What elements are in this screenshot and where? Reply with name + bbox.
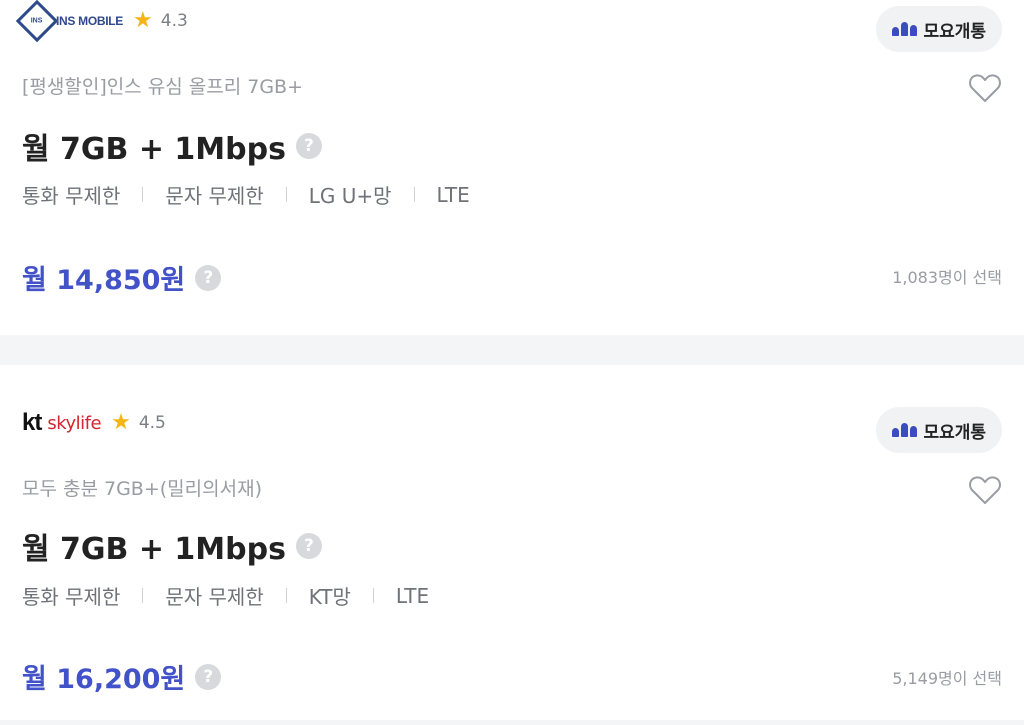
plan-features: 통화 무제한 문자 무제한 LG U+망 LTE <box>22 180 470 209</box>
plan-name: 모두 충분 7GB+(밀리의서재) <box>22 478 262 500</box>
selected-count: 5,149명이 선택 <box>892 669 1002 688</box>
moyo-logo-icon <box>892 22 918 36</box>
carrier-rating: 4.5 <box>138 413 166 433</box>
star-icon: ★ <box>111 410 131 435</box>
ins-mark-icon: INS <box>15 0 59 43</box>
plan-spec-text: 월 7GB + 1Mbps <box>22 532 286 567</box>
feature-call: 통화 무제한 <box>22 184 121 208</box>
question-icon[interactable]: ? <box>295 133 322 159</box>
ins-mobile-logo: INS INS MOBILE <box>15 0 124 43</box>
divider <box>413 187 415 202</box>
heart-icon[interactable] <box>968 72 1002 104</box>
feature-type: LTE <box>395 583 430 608</box>
plan-card[interactable]: kt skylife ★ 4.5 모요개통 모두 충분 7GB+(밀리의서재) … <box>0 365 1024 720</box>
plan-spec: 월 7GB + 1Mbps ? <box>22 124 322 168</box>
carrier-brand: INS MOBILE <box>56 14 124 28</box>
plan-spec: 월 7GB + 1Mbps ? <box>22 524 322 568</box>
plan-card[interactable]: INS INS MOBILE ★ 4.3 모요개통 [평생할인]인스 유심 올프… <box>0 0 1024 335</box>
feature-type: LTE <box>436 182 470 207</box>
moyo-open-label: 모요개통 <box>923 21 986 41</box>
price-text: 월 14,850원 <box>22 265 186 296</box>
plan-features: 통화 무제한 문자 무제한 KT망 LTE <box>22 581 429 610</box>
carrier-brand-kt: kt <box>22 409 42 436</box>
moyo-open-badge[interactable]: 모요개통 <box>876 6 1002 52</box>
divider <box>285 588 287 603</box>
feature-network: LG U+망 <box>308 184 392 208</box>
moyo-logo-icon <box>892 423 918 437</box>
moyo-open-label: 모요개통 <box>923 422 986 442</box>
feature-sms: 문자 무제한 <box>165 585 264 609</box>
divider <box>372 588 374 603</box>
heart-icon[interactable] <box>968 474 1002 506</box>
carrier-brand-sky: skylife <box>47 412 102 434</box>
moyo-open-badge[interactable]: 모요개통 <box>876 407 1002 453</box>
price-text: 월 16,200원 <box>22 664 186 695</box>
feature-call: 통화 무제한 <box>22 585 121 609</box>
kt-skylife-logo: kt skylife <box>22 406 102 440</box>
carrier-rating: 4.3 <box>160 11 188 31</box>
plan-name: [평생할인]인스 유심 올프리 7GB+ <box>22 76 303 98</box>
question-icon[interactable]: ? <box>195 663 222 690</box>
divider <box>142 588 144 603</box>
plan-list: INS INS MOBILE ★ 4.3 모요개통 [평생할인]인스 유심 올프… <box>0 0 1024 725</box>
carrier-row: kt skylife ★ 4.5 <box>22 406 166 440</box>
question-icon[interactable]: ? <box>195 264 222 291</box>
carrier-row: INS INS MOBILE ★ 4.3 <box>15 0 188 43</box>
question-icon[interactable]: ? <box>295 533 322 559</box>
plan-price: 월 14,850원 ? <box>22 258 222 297</box>
star-icon: ★ <box>133 8 153 33</box>
feature-sms: 문자 무제한 <box>165 184 264 208</box>
plan-price: 월 16,200원 ? <box>22 657 222 696</box>
feature-network: KT망 <box>308 585 351 609</box>
plan-spec-text: 월 7GB + 1Mbps <box>22 132 286 167</box>
divider <box>285 187 287 202</box>
selected-count: 1,083명이 선택 <box>892 268 1002 287</box>
divider <box>142 187 144 202</box>
